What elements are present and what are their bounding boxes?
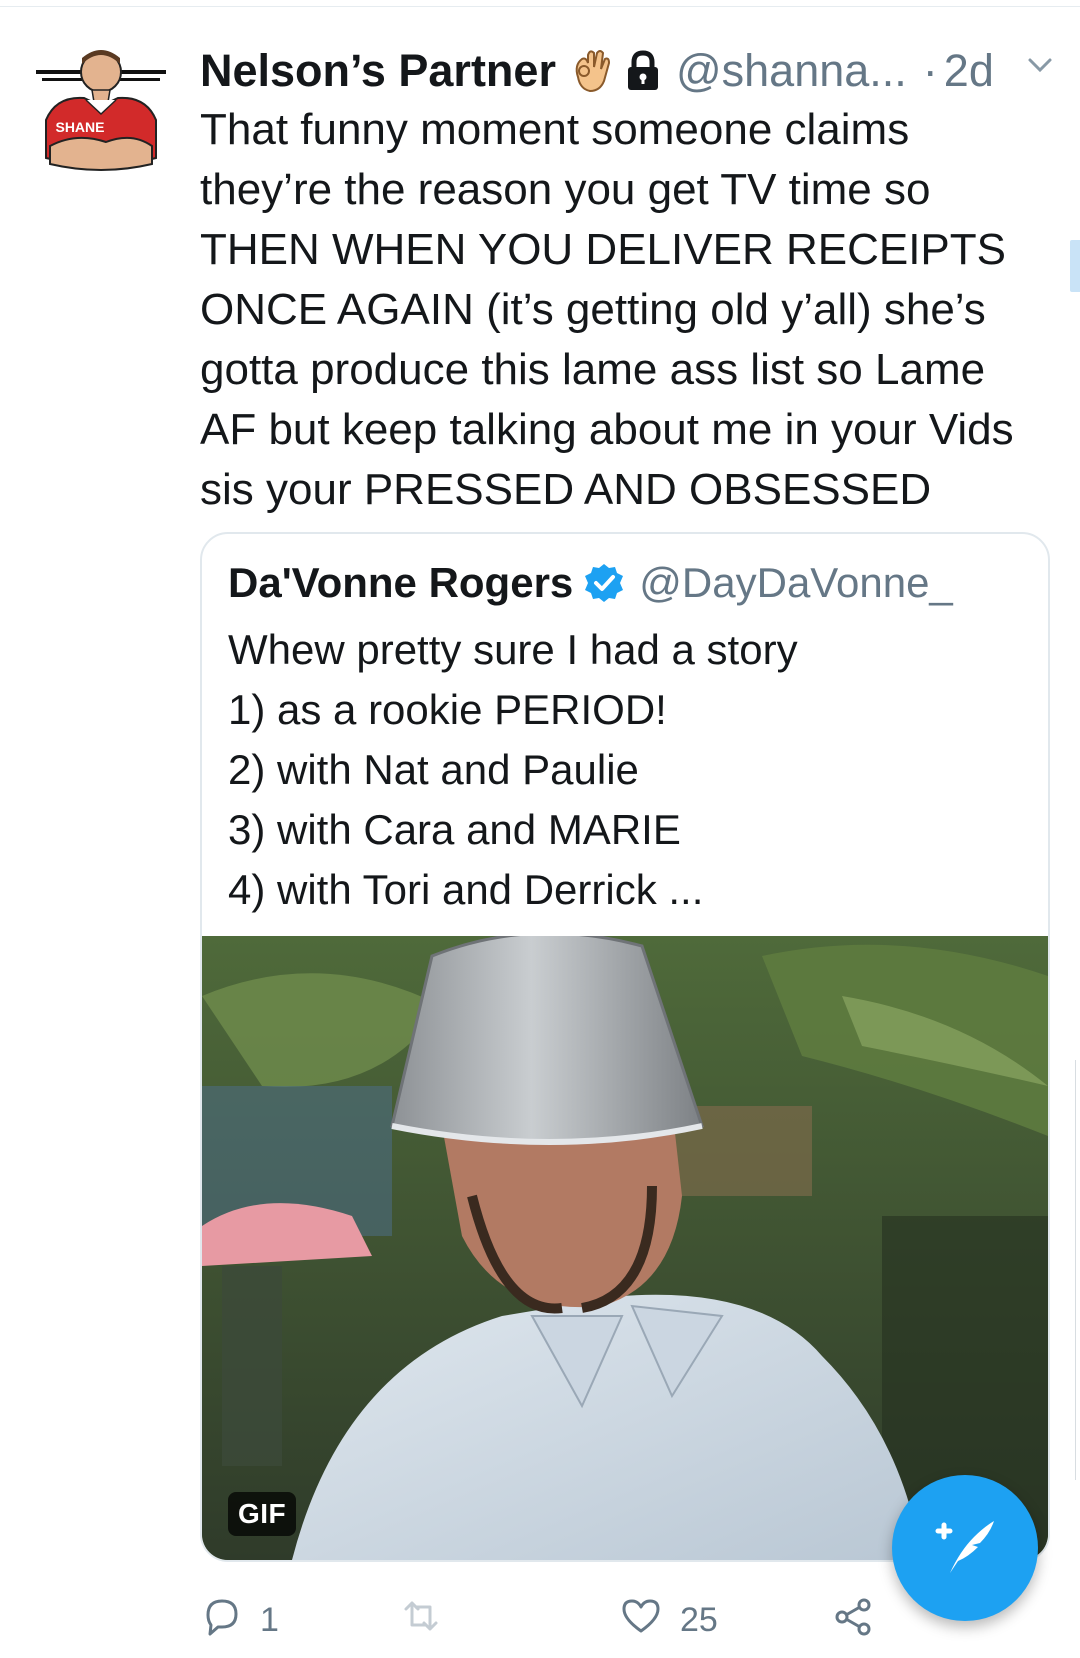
gif-badge: GIF <box>228 1492 297 1536</box>
reply-icon <box>200 1595 242 1646</box>
handle[interactable]: @shanna... <box>676 45 907 97</box>
tweet-header: Nelson’s Partner @shanna... · 2d <box>200 40 1060 102</box>
tweet-text-line: AF but keep talking about me in your Vid… <box>200 405 1014 454</box>
tweet-text-line: THEN WHEN YOU DELIVER RECEIPTS <box>200 225 1006 274</box>
retweet-button[interactable] <box>400 1595 460 1645</box>
share-button[interactable] <box>832 1595 874 1645</box>
display-name[interactable]: Nelson’s Partner <box>200 45 556 97</box>
tweet-text-line: ONCE AGAIN (it’s getting old y’all) she’… <box>200 285 986 334</box>
lock-icon <box>624 50 662 92</box>
tweet-text-line: gotta produce this lame ass list so Lame <box>200 345 986 394</box>
gif-media[interactable]: GIF <box>202 936 1048 1560</box>
avatar-label: SHANE <box>55 119 104 135</box>
top-divider <box>0 6 1080 7</box>
separator-dot: · <box>922 45 938 96</box>
scrollbar-track <box>1075 1060 1080 1480</box>
compose-tweet-button[interactable] <box>892 1475 1038 1621</box>
retweet-icon <box>400 1595 442 1646</box>
quoted-text-line: 1) as a rookie PERIOD! <box>228 686 667 733</box>
heart-icon <box>620 1595 662 1646</box>
like-count: 25 <box>680 1600 718 1639</box>
scroll-indicator[interactable] <box>1070 240 1080 292</box>
quoted-text-line: 3) with Cara and MARIE <box>228 806 681 853</box>
chevron-down-icon[interactable] <box>1020 46 1060 86</box>
quoted-tweet-header: Da'Vonne Rogers @DayDaVonne_ <box>228 554 953 612</box>
reply-button[interactable]: 1 <box>200 1595 279 1645</box>
verified-badge-icon <box>583 562 625 604</box>
quoted-display-name[interactable]: Da'Vonne Rogers <box>228 559 573 607</box>
quoted-text-line: 4) with Tori and Derrick ... <box>228 866 704 913</box>
tweet-actions: 1 25 <box>200 1595 960 1645</box>
quoted-text-line: Whew pretty sure I had a story <box>228 626 798 673</box>
reply-count: 1 <box>260 1600 279 1639</box>
compose-tweet-icon <box>930 1511 1000 1586</box>
like-button[interactable]: 25 <box>620 1595 718 1645</box>
quoted-handle[interactable]: @DayDaVonne_ <box>639 559 953 607</box>
tweet-text-line: sis your PRESSED AND OBSESSED <box>200 465 932 514</box>
timestamp[interactable]: 2d <box>944 45 994 97</box>
quoted-tweet-text: Whew pretty sure I had a story 1) as a r… <box>228 620 1018 920</box>
ok-hand-icon <box>570 47 612 95</box>
quoted-text-line: 2) with Nat and Paulie <box>228 746 639 793</box>
tweet-text: That funny moment someone claims they’re… <box>200 100 1050 520</box>
share-icon <box>832 1595 874 1646</box>
tweet-text-line: they’re the reason you get TV time so <box>200 165 931 214</box>
quoted-tweet-card[interactable]: Da'Vonne Rogers @DayDaVonne_ Whew pretty… <box>200 532 1050 1562</box>
tweet-text-line: That funny moment someone claims <box>200 105 910 154</box>
avatar[interactable]: SHANE <box>36 40 166 180</box>
